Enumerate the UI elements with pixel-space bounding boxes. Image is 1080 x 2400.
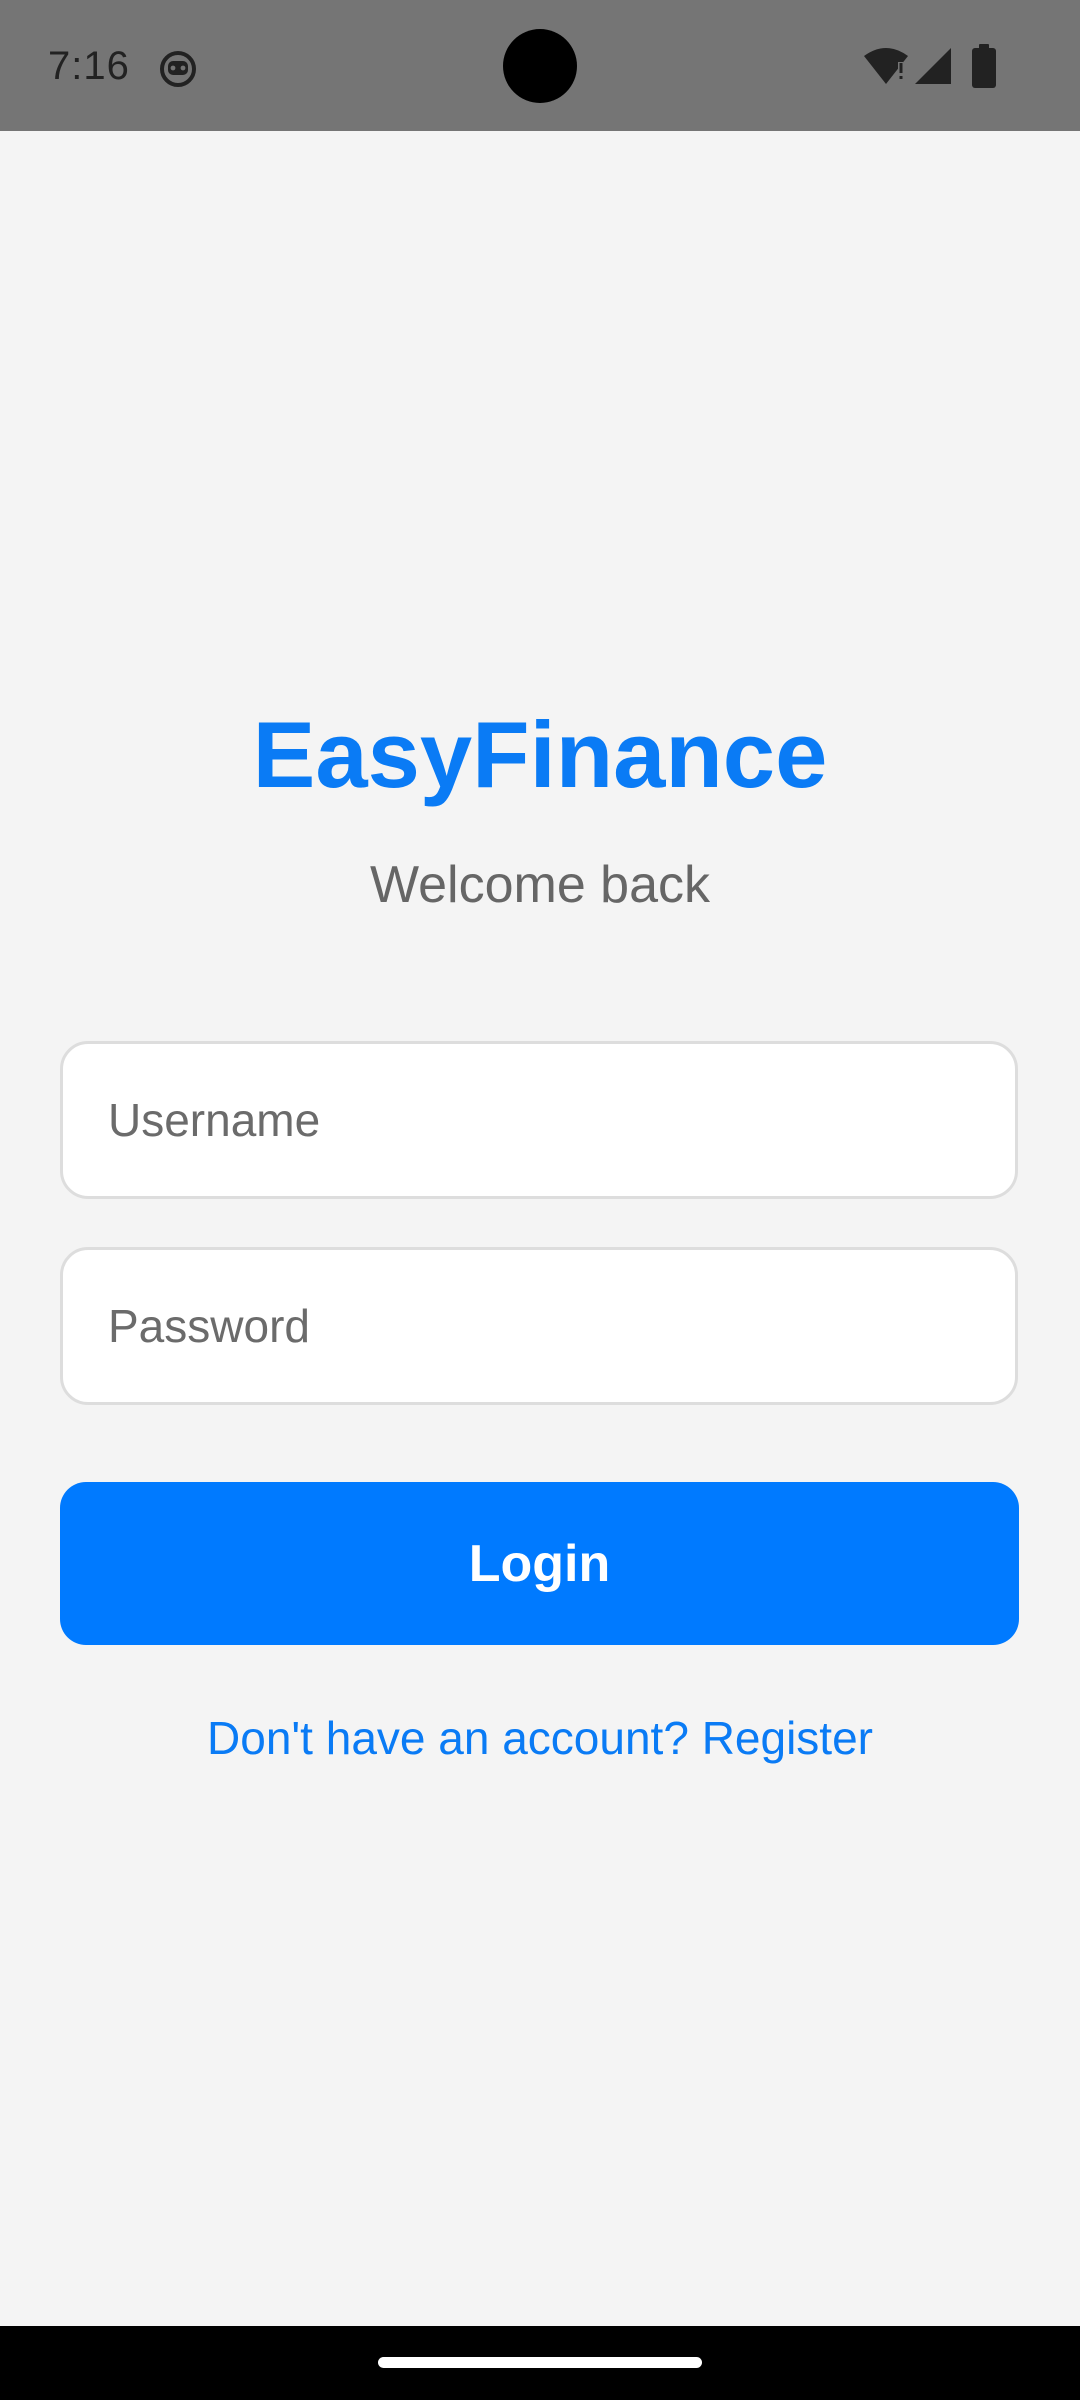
signal-icon <box>913 46 953 86</box>
status-bar: 7:16 <box>0 0 1080 131</box>
camera-cutout <box>503 29 577 103</box>
app-title: EasyFinance <box>252 702 828 807</box>
wifi-icon <box>862 46 910 86</box>
home-gesture-handle[interactable] <box>378 2357 702 2368</box>
status-time: 7:16 <box>48 44 130 88</box>
password-input[interactable] <box>60 1247 1018 1405</box>
battery-icon <box>970 44 998 88</box>
app-notification-icon <box>158 48 198 88</box>
login-button[interactable]: Login <box>60 1482 1019 1645</box>
username-input[interactable] <box>60 1041 1018 1199</box>
register-link[interactable]: Don't have an account? Register <box>0 1708 1080 1768</box>
welcome-subtitle: Welcome back <box>369 856 711 914</box>
